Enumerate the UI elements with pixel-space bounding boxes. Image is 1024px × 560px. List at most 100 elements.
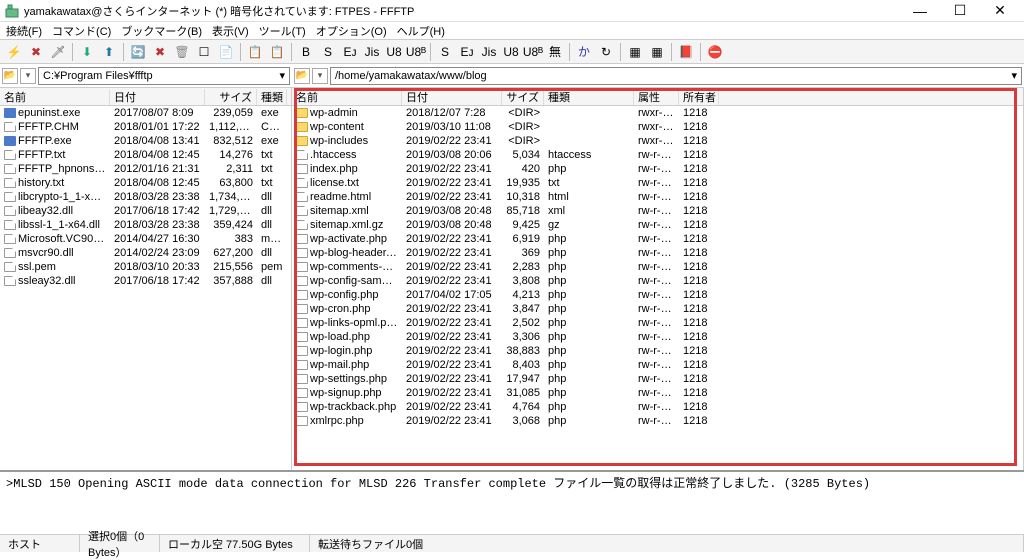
list-item[interactable]: wp-signup.php2019/02/22 23:4131,085phprw… (292, 386, 1023, 400)
list-item[interactable]: FFFTP.txt2018/04/08 12:4514,276txt (0, 148, 291, 162)
list-item[interactable]: wp-blog-header.php2019/02/22 23:41369php… (292, 246, 1023, 260)
chevron-down-icon: ▾ (279, 69, 285, 82)
toolbar-button[interactable]: Eᴊ (457, 42, 477, 62)
list-item[interactable]: wp-includes2019/02/22 23:41<DIR>rwxr-xr.… (292, 134, 1023, 148)
list-item[interactable]: wp-settings.php2019/02/22 23:4117,947php… (292, 372, 1023, 386)
list-item[interactable]: index.php2019/02/22 23:41420phprw-r--r--… (292, 162, 1023, 176)
toolbar-button[interactable]: ⛔ (705, 42, 725, 62)
list-item[interactable]: FFFTP_hpnonstop.txt2012/01/16 21:312,311… (0, 162, 291, 176)
list-item[interactable]: epuninst.exe2017/08/07 8:09239,059exe (0, 106, 291, 120)
column-header[interactable]: サイズ (502, 89, 544, 105)
list-item[interactable]: xmlrpc.php2019/02/22 23:413,068phprw-r--… (292, 414, 1023, 428)
toolbar-button[interactable]: 無 (545, 42, 565, 62)
remote-path-combo[interactable]: /home/yamakawatax/www/blog ▾ (330, 67, 1022, 85)
list-item[interactable]: license.txt2019/02/22 23:4119,935txtrw-r… (292, 176, 1023, 190)
toolbar-button[interactable]: S (435, 42, 455, 62)
toolbar-button[interactable]: U8ᴮ (523, 42, 543, 62)
list-item[interactable]: FFFTP.exe2018/04/08 13:41832,512exe (0, 134, 291, 148)
toolbar-button[interactable]: 📕 (676, 42, 696, 62)
column-header[interactable]: 日付 (402, 89, 502, 105)
column-header[interactable]: 属性 (634, 89, 679, 105)
toolbar-button[interactable]: 🔄 (128, 42, 148, 62)
column-header[interactable]: 日付 (110, 89, 205, 105)
toolbar-button[interactable]: ⬆ (99, 42, 119, 62)
list-item[interactable]: .htaccess2019/03/08 20:065,034htaccessrw… (292, 148, 1023, 162)
toolbar-button[interactable]: 📋 (245, 42, 265, 62)
file-icon (296, 402, 308, 412)
list-item[interactable]: wp-cron.php2019/02/22 23:413,847phprw-r-… (292, 302, 1023, 316)
local-up-button[interactable]: 📂 (2, 68, 18, 84)
list-item[interactable]: history.txt2018/04/08 12:4563,800txt (0, 176, 291, 190)
list-item[interactable]: wp-comments-post.p...2019/02/22 23:412,2… (292, 260, 1023, 274)
toolbar-button[interactable]: ▦ (647, 42, 667, 62)
remote-file-list[interactable]: wp-admin2018/12/07 7:28<DIR>rwxr-xr...12… (292, 106, 1023, 470)
toolbar-button[interactable]: 🗑 (172, 42, 192, 62)
list-item[interactable]: msvcr90.dll2014/02/24 23:09627,200dll (0, 246, 291, 260)
local-history-button[interactable] (20, 68, 36, 84)
toolbar-button[interactable]: U8 (501, 42, 521, 62)
list-item[interactable]: wp-config.php2017/04/02 17:054,213phprw-… (292, 288, 1023, 302)
menu-item[interactable]: ツール(T) (259, 23, 306, 39)
list-item[interactable]: wp-config-sample.php2019/02/22 23:413,80… (292, 274, 1023, 288)
toolbar-button[interactable]: ⚡ (4, 42, 24, 62)
list-item[interactable]: wp-login.php2019/02/22 23:4138,883phprw-… (292, 344, 1023, 358)
menu-item[interactable]: ヘルプ(H) (397, 23, 445, 39)
toolbar-button[interactable]: ⬇ (77, 42, 97, 62)
local-file-list[interactable]: epuninst.exe2017/08/07 8:09239,059exeFFF… (0, 106, 291, 470)
remote-history-button[interactable] (312, 68, 328, 84)
toolbar-button[interactable]: か (574, 42, 594, 62)
list-item[interactable]: sitemap.xml.gz2019/03/08 20:489,425gzrw-… (292, 218, 1023, 232)
list-item[interactable]: FFFTP.CHM2018/01/01 17:221,112,058CH... (0, 120, 291, 134)
toolbar-button[interactable]: ✖ (150, 42, 170, 62)
toolbar-button[interactable]: Jis (479, 42, 499, 62)
column-header[interactable]: 所有者 (679, 89, 719, 105)
list-item[interactable]: libcrypto-1_1-x64.dll2018/03/28 23:381,7… (0, 190, 291, 204)
toolbar-button[interactable]: Jis (362, 42, 382, 62)
list-item[interactable]: libssl-1_1-x64.dll2018/03/28 23:38359,42… (0, 218, 291, 232)
file-icon (296, 276, 308, 286)
minimize-button[interactable]: — (900, 3, 940, 19)
column-header[interactable]: サイズ (205, 89, 257, 105)
column-header[interactable]: 名前 (0, 89, 110, 105)
remote-up-button[interactable]: 📂 (294, 68, 310, 84)
list-item[interactable]: wp-content2019/03/10 11:08<DIR>rwxr-xr..… (292, 120, 1023, 134)
column-header[interactable]: 種類 (257, 89, 287, 105)
titlebar: yamakawatax@さくらインターネット (*) 暗号化されています: FT… (0, 0, 1024, 22)
toolbar-button[interactable]: ↻ (596, 42, 616, 62)
toolbar-button[interactable]: U8ᴮ (406, 42, 426, 62)
list-item[interactable]: Microsoft.VC90.CRT.m...2014/04/27 16:303… (0, 232, 291, 246)
column-header[interactable]: 名前 (292, 89, 402, 105)
list-item[interactable]: ssl.pem2018/03/10 20:33215,556pem (0, 260, 291, 274)
menu-item[interactable]: 表示(V) (212, 23, 249, 39)
maximize-button[interactable]: ☐ (940, 2, 980, 19)
toolbar-button[interactable]: ☐ (194, 42, 214, 62)
toolbar-button[interactable]: S (318, 42, 338, 62)
list-item[interactable]: wp-activate.php2019/02/22 23:416,919phpr… (292, 232, 1023, 246)
toolbar-button[interactable]: 🗡 (48, 42, 68, 62)
list-item[interactable]: wp-links-opml.php2019/02/22 23:412,502ph… (292, 316, 1023, 330)
list-item[interactable]: libeay32.dll2017/06/18 17:421,729,536dll (0, 204, 291, 218)
list-item[interactable]: ssleay32.dll2017/06/18 17:42357,888dll (0, 274, 291, 288)
menu-item[interactable]: コマンド(C) (52, 23, 111, 39)
close-button[interactable]: ✕ (980, 2, 1020, 19)
list-item[interactable]: wp-trackback.php2019/02/22 23:414,764php… (292, 400, 1023, 414)
log-panel[interactable]: >MLSD 150 Opening ASCII mode data connec… (0, 470, 1024, 534)
menu-item[interactable]: オプション(O) (316, 23, 387, 39)
toolbar-button[interactable]: 📄 (216, 42, 236, 62)
toolbar-button[interactable]: ▦ (625, 42, 645, 62)
list-item[interactable]: wp-mail.php2019/02/22 23:418,403phprw-r-… (292, 358, 1023, 372)
toolbar-button[interactable]: Eᴊ (340, 42, 360, 62)
toolbar-button[interactable]: 📋 (267, 42, 287, 62)
column-header[interactable]: 種類 (544, 89, 634, 105)
menu-item[interactable]: ブックマーク(B) (121, 23, 202, 39)
toolbar-button[interactable]: B (296, 42, 316, 62)
list-item[interactable]: wp-admin2018/12/07 7:28<DIR>rwxr-xr...12… (292, 106, 1023, 120)
file-icon (296, 150, 308, 160)
toolbar-button[interactable]: ✖ (26, 42, 46, 62)
menu-item[interactable]: 接続(F) (6, 23, 42, 39)
list-item[interactable]: wp-load.php2019/02/22 23:413,306phprw-r-… (292, 330, 1023, 344)
list-item[interactable]: readme.html2019/02/22 23:4110,318htmlrw-… (292, 190, 1023, 204)
list-item[interactable]: sitemap.xml2019/03/08 20:4885,718xmlrw-r… (292, 204, 1023, 218)
local-path-combo[interactable]: C:¥Program Files¥ffftp ▾ (38, 67, 290, 85)
toolbar-button[interactable]: U8 (384, 42, 404, 62)
